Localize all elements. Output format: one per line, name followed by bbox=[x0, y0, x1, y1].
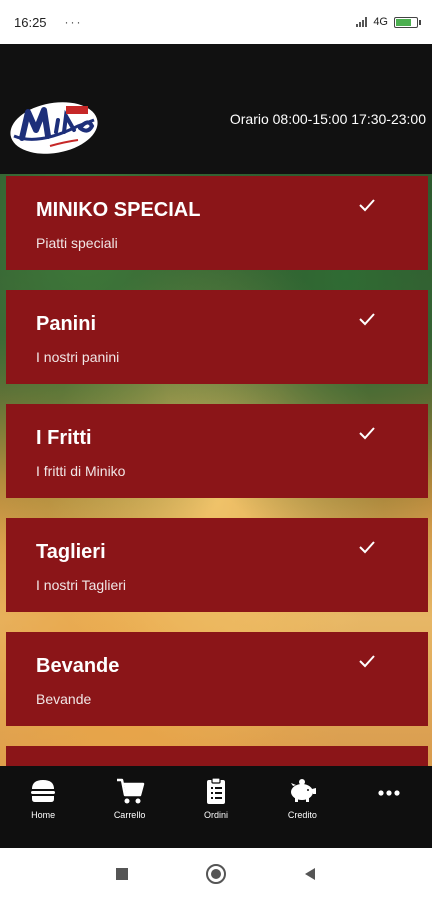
category-subtitle: I fritti di Miniko bbox=[36, 463, 126, 479]
nav-more[interactable] bbox=[354, 776, 424, 810]
check-icon bbox=[359, 655, 375, 668]
signal-icon bbox=[356, 17, 368, 27]
category-card-fritti[interactable]: I Fritti I fritti di Miniko bbox=[6, 404, 428, 498]
nav-home-label: Home bbox=[31, 810, 56, 820]
status-bar: 16:25 ··· 4G bbox=[0, 0, 432, 44]
category-title: Panini bbox=[36, 313, 97, 335]
category-title: Taglieri bbox=[36, 541, 106, 563]
nav-credit[interactable]: Credito bbox=[267, 776, 337, 820]
category-title: I Fritti bbox=[36, 427, 92, 449]
battery-icon bbox=[394, 16, 421, 28]
category-title: Bevande bbox=[36, 655, 120, 677]
nav-credit-label: Credito bbox=[287, 810, 317, 820]
category-subtitle: I nostri Taglieri bbox=[36, 577, 127, 593]
category-card-taglieri[interactable]: Taglieri I nostri Taglieri bbox=[6, 518, 428, 612]
more-icon bbox=[378, 790, 400, 796]
category-card-partial[interactable] bbox=[6, 746, 428, 766]
network-type: 4G bbox=[373, 16, 388, 28]
miniko-logo bbox=[10, 102, 98, 154]
check-icon bbox=[359, 541, 375, 554]
category-card-bevande[interactable]: Bevande Bevande bbox=[6, 632, 428, 726]
nav-cart[interactable]: Carrello bbox=[95, 776, 165, 820]
opening-hours: Orario 08:00-15:00 17:30-23:00 bbox=[229, 111, 426, 127]
home-circle-icon[interactable] bbox=[205, 863, 227, 885]
cart-icon bbox=[116, 778, 144, 804]
category-title: MINIKO SPECIAL bbox=[36, 199, 201, 221]
category-subtitle: Piatti speciali bbox=[36, 235, 118, 251]
burger-icon bbox=[31, 780, 56, 802]
category-subtitle: Bevande bbox=[36, 691, 92, 707]
piggy-bank-icon bbox=[291, 779, 317, 802]
check-icon bbox=[359, 313, 375, 326]
status-time: 16:25 bbox=[14, 14, 47, 30]
recents-icon[interactable] bbox=[115, 867, 129, 881]
category-card-panini[interactable]: Panini I nostri panini bbox=[6, 290, 428, 384]
clipboard-icon bbox=[206, 777, 225, 804]
system-navigation-bar bbox=[0, 848, 432, 900]
category-card-miniko-special[interactable]: MINIKO SPECIAL Piatti speciali bbox=[6, 176, 428, 270]
nav-home[interactable]: Home bbox=[8, 776, 78, 820]
check-icon bbox=[359, 427, 375, 440]
check-icon bbox=[359, 199, 375, 212]
app-header: Orario 08:00-15:00 17:30-23:00 bbox=[0, 44, 432, 174]
nav-orders[interactable]: Ordini bbox=[181, 776, 251, 820]
app-content: Orario 08:00-15:00 17:30-23:00 MINIKO SP… bbox=[0, 44, 432, 766]
nav-orders-label: Ordini bbox=[203, 810, 228, 820]
category-subtitle: I nostri panini bbox=[36, 349, 120, 365]
bottom-navigation: Home Carrello Ordini Credito bbox=[0, 766, 432, 848]
status-more-icon: ··· bbox=[64, 15, 83, 29]
nav-cart-label: Carrello bbox=[113, 810, 146, 820]
back-icon[interactable] bbox=[303, 867, 317, 881]
